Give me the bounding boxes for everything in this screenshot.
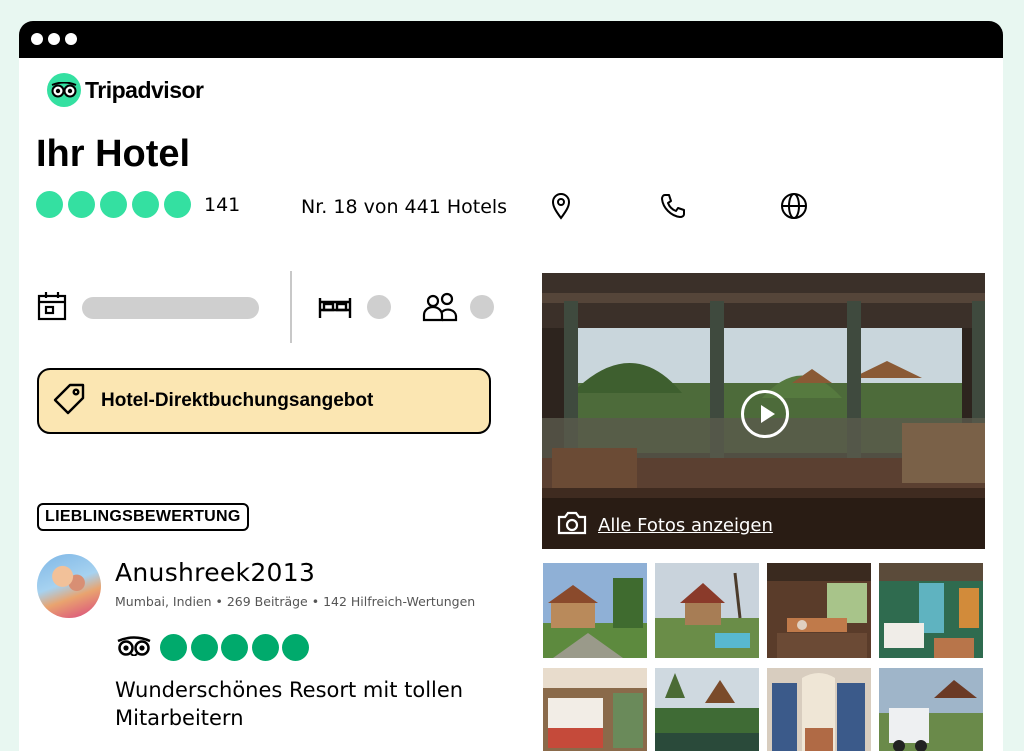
brand-name: Tripadvisor [85,76,204,103]
review-title[interactable]: Wunderschönes Resort mit tollen Mitarbei… [115,676,485,732]
window-titlebar [19,21,1003,58]
rating-bubble [160,634,187,661]
window-dot [65,33,77,45]
hotel-rank[interactable]: Nr. 18 von 441 Hotels [301,196,507,218]
reviewer-name[interactable]: Anushreek2013 [115,558,315,587]
bed-icon[interactable] [317,292,353,326]
photo-thumbnail[interactable] [543,668,647,751]
rating-bubble [251,634,279,661]
play-icon[interactable] [741,390,789,438]
rooms-field[interactable] [367,295,391,319]
window-dot [48,33,60,45]
photo-thumbnail[interactable] [543,563,647,658]
favorite-review-badge: LIEBLINGSBEWERTUNG [37,503,249,531]
rating-bubble [36,191,63,218]
guests-icon[interactable] [422,291,458,327]
calendar-icon[interactable] [36,290,68,326]
deal-label: Hotel-Direktbuchungsangebot [101,390,374,411]
photo-thumbnail[interactable] [879,668,983,751]
review-count[interactable]: 141 [204,194,240,216]
photo-thumbnail[interactable] [767,563,871,658]
photo-thumbnail[interactable] [767,668,871,751]
rating-bubble [190,634,218,661]
location-pin-icon[interactable] [546,191,576,221]
hero-photo[interactable]: Alle Fotos anzeigen [542,273,985,549]
page-title: Ihr Hotel [36,133,191,175]
show-all-photos-link[interactable]: Alle Fotos anzeigen [556,510,773,541]
phone-icon[interactable] [658,191,688,221]
owl-icon [47,73,81,107]
rating-bubble [68,191,95,218]
camera-icon [556,510,588,541]
photo-thumbnail[interactable] [655,668,759,751]
rating-bubble [100,191,127,218]
divider [290,271,292,343]
hotel-rating[interactable]: 141 [36,191,240,218]
window-dot [31,33,43,45]
show-all-photos-label: Alle Fotos anzeigen [598,515,773,536]
rating-bubble [164,191,191,218]
owl-icon [117,636,151,660]
photo-thumbnail[interactable] [655,563,759,658]
direct-booking-deal-button[interactable]: Hotel-Direktbuchungsangebot [37,368,491,434]
tripadvisor-logo[interactable]: Tripadvisor [47,73,204,107]
guests-field[interactable] [470,295,494,319]
date-range-field[interactable] [82,297,259,319]
rating-bubble [132,191,159,218]
rating-bubble [221,634,248,661]
booking-search-bar [36,271,496,343]
reviewer-meta: Mumbai, Indien • 269 Beiträge • 142 Hilf… [115,594,476,609]
globe-icon[interactable] [779,191,809,221]
avatar[interactable] [37,554,101,618]
rating-bubble [282,634,309,661]
review-rating [160,634,313,661]
price-tag-icon [39,381,87,421]
browser-window: Tripadvisor Ihr Hotel 141 Nr. 18 von 441… [19,21,1003,751]
photo-thumbnail[interactable] [879,563,983,658]
